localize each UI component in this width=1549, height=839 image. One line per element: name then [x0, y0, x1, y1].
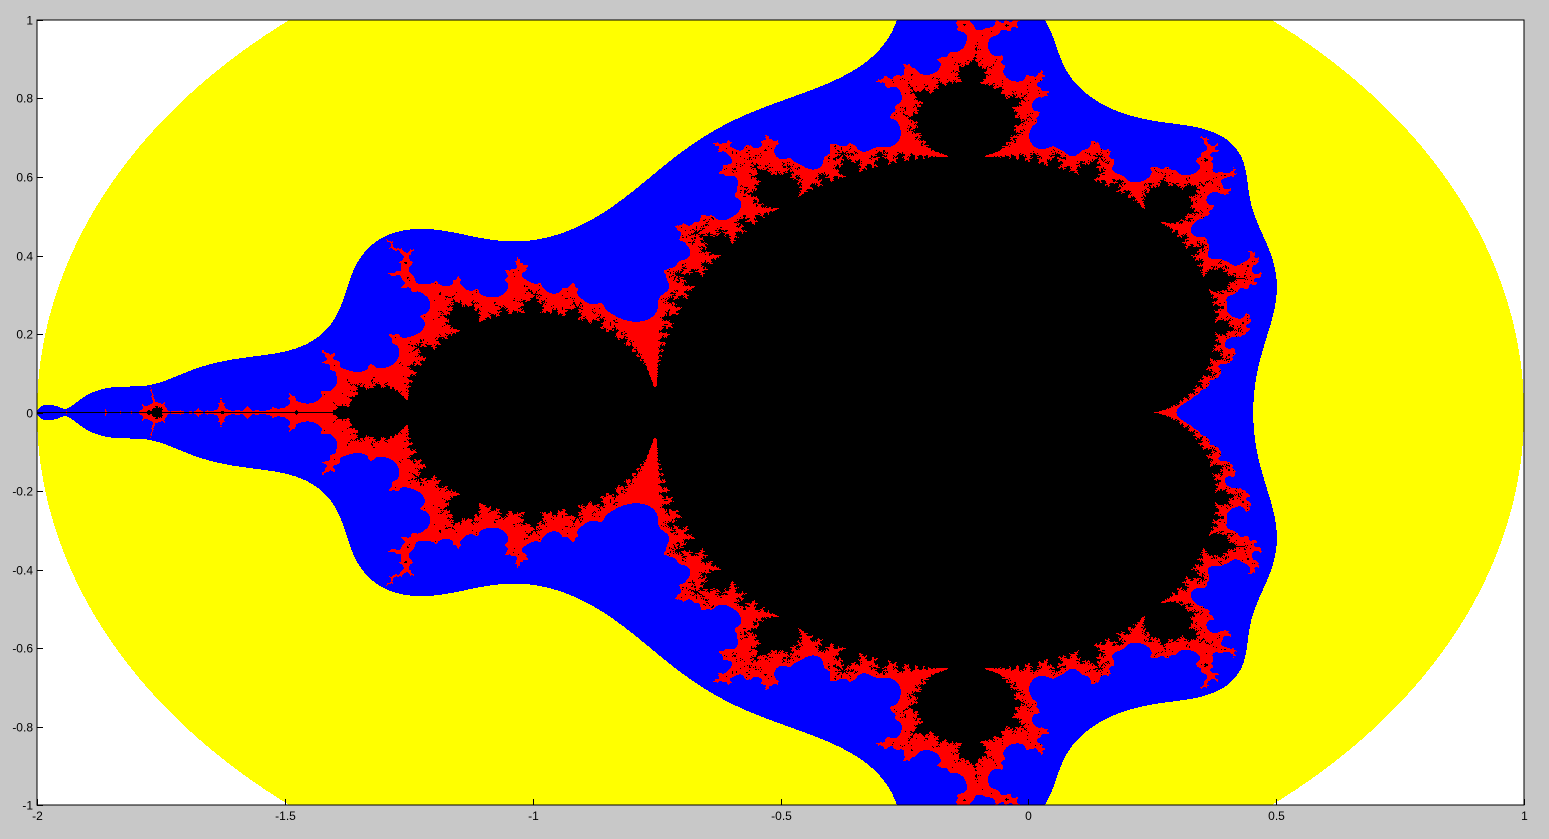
y-tick-label: -0.2 [12, 485, 33, 499]
y-tick-label: 0.2 [16, 328, 33, 342]
y-tick-label: -0.4 [12, 564, 33, 578]
axes-frame [36, 19, 1525, 806]
x-tick-label: 0.5 [1268, 809, 1285, 823]
y-axis: -1 -0.8 -0.6 -0.4 -0.2 0 0.2 0.4 0.6 0.8 1 [12, 14, 43, 813]
y-tick-label: -0.8 [12, 721, 33, 735]
x-tick-label: -1 [528, 809, 539, 823]
x-tick-label: 0 [1025, 809, 1032, 823]
y-tick-label: 0.6 [16, 171, 33, 185]
x-axis: -2 -1.5 -1 -0.5 0 0.5 1 [32, 799, 1528, 823]
y-tick-label: -1 [22, 799, 33, 813]
y-tick-label: 1 [26, 14, 33, 28]
x-tick-label: -1.5 [275, 809, 296, 823]
x-tick-label: -0.5 [771, 809, 792, 823]
y-tick-label: 0.8 [16, 92, 33, 106]
x-tick-label: 1 [1521, 809, 1528, 823]
x-tick-label: -2 [32, 809, 43, 823]
figure-window: -2 -1.5 -1 -0.5 0 0.5 1 -1 -0.8 -0.6 -0.4 -0.2 0 0.2… [0, 0, 1549, 839]
axes: -2 -1.5 -1 -0.5 0 0.5 1 -1 -0.8 -0.6 -0.4 -0.2 0 0.2… [12, 14, 1528, 824]
y-tick-label: -0.6 [12, 642, 33, 656]
y-tick-label: 0 [26, 407, 33, 421]
y-tick-label: 0.4 [16, 250, 33, 264]
